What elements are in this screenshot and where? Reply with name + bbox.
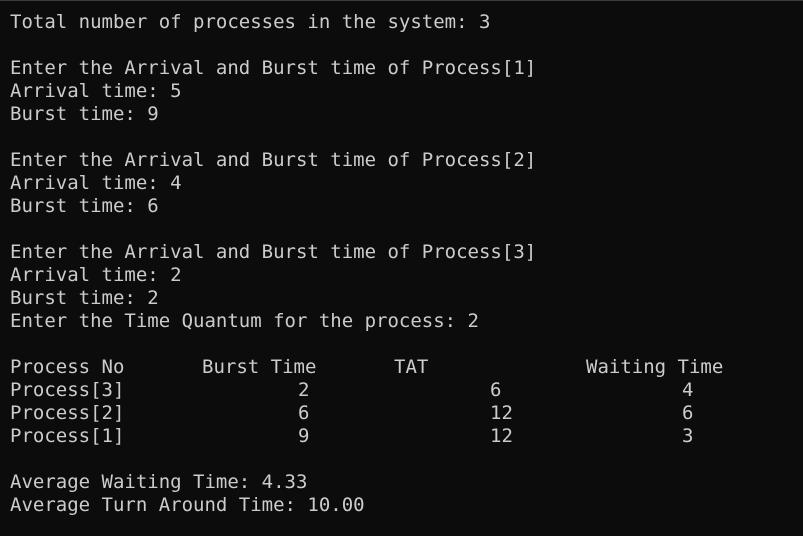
- header-waiting-time: Waiting Time: [586, 356, 724, 378]
- time-quantum-line: Enter the Time Quantum for the process: …: [10, 310, 479, 332]
- cell-burst: 6: [298, 402, 310, 424]
- average-waiting-time: Average Waiting Time: 4.33: [10, 471, 308, 493]
- process-2-arrival: Arrival time: 4: [10, 172, 182, 194]
- process-1-prompt: Enter the Arrival and Burst time of Proc…: [10, 57, 537, 79]
- cell-waiting: 3: [682, 425, 694, 447]
- process-2-burst: Burst time: 6: [10, 195, 159, 217]
- process-1-burst: Burst time: 9: [10, 103, 159, 125]
- average-turnaround-time: Average Turn Around Time: 10.00: [10, 494, 365, 516]
- header-tat: TAT: [394, 356, 429, 378]
- table-row: Process[2] 6 12 6: [10, 402, 803, 425]
- process-2-prompt: Enter the Arrival and Burst time of Proc…: [10, 149, 537, 171]
- cell-burst: 2: [298, 379, 310, 401]
- cell-waiting: 4: [682, 379, 694, 401]
- cell-burst: 9: [298, 425, 310, 447]
- terminal-window[interactable]: Total number of processes in the system:…: [0, 0, 803, 536]
- cell-process: Process[3]: [10, 379, 125, 401]
- cell-tat: 6: [490, 379, 502, 401]
- cell-tat: 12: [490, 402, 513, 424]
- header-process-no: Process No: [10, 356, 125, 378]
- table-row: Process[1] 9 12 3: [10, 425, 803, 448]
- process-3-arrival: Arrival time: 2: [10, 264, 182, 286]
- cell-process: Process[2]: [10, 402, 125, 424]
- table-row: Process[3] 2 6 4: [10, 379, 803, 402]
- total-processes-line: Total number of processes in the system:…: [10, 11, 491, 33]
- cell-waiting: 6: [682, 402, 694, 424]
- process-3-prompt: Enter the Arrival and Burst time of Proc…: [10, 241, 537, 263]
- cell-process: Process[1]: [10, 425, 125, 447]
- table-header: Process No Burst Time TAT Waiting Time: [10, 356, 803, 379]
- process-1-arrival: Arrival time: 5: [10, 80, 182, 102]
- header-burst-time: Burst Time: [202, 356, 317, 378]
- cell-tat: 12: [490, 425, 513, 447]
- process-3-burst: Burst time: 2: [10, 287, 159, 309]
